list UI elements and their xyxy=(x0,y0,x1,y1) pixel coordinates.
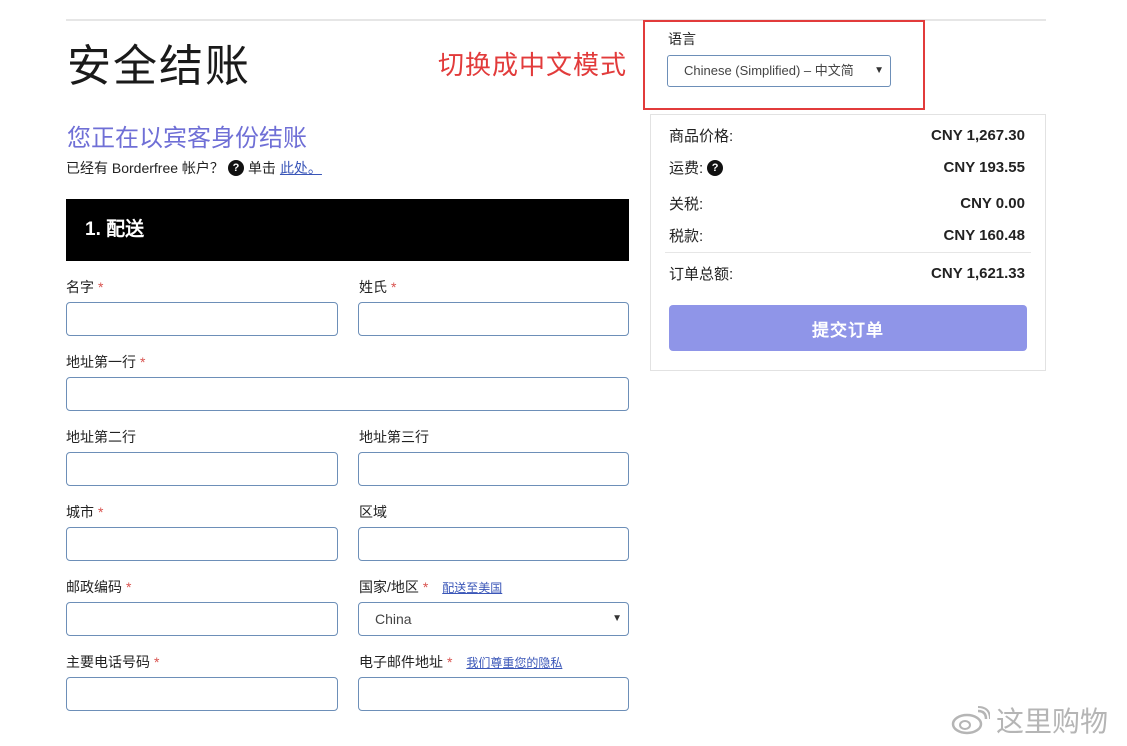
weibo-icon xyxy=(951,706,990,735)
shipping-section-header: 1. 配送 xyxy=(66,199,629,261)
postal-code-label: 邮政编码 * xyxy=(66,579,132,595)
caret-down-icon: ▼ xyxy=(612,613,622,624)
city-field[interactable] xyxy=(66,527,338,561)
question-circle-icon[interactable]: ? xyxy=(707,159,724,176)
annotation-text: 切换成中文模式 xyxy=(438,50,628,80)
city-label: 城市 * xyxy=(66,504,104,520)
address-line3-field[interactable] xyxy=(358,452,629,486)
guest-checkout-heading: 您正在以宾客身份结账 xyxy=(67,124,307,152)
page-title: 安全结账 xyxy=(67,41,251,92)
tax-value: CNY 160.48 xyxy=(943,227,1025,244)
last-name-label: 姓氏 * xyxy=(359,279,397,295)
address-line1-label: 地址第一行 * xyxy=(66,354,146,370)
last-name-field[interactable] xyxy=(358,302,629,336)
question-circle-icon[interactable]: ? xyxy=(227,160,244,176)
sign-in-link[interactable]: 此处。 xyxy=(280,158,322,178)
summary-divider xyxy=(665,252,1031,253)
language-select[interactable]: Chinese (Simplified) – 中文简 ▼ xyxy=(667,55,891,87)
email-label: 电子邮件地址 * 我们尊重您的隐私 xyxy=(359,654,563,670)
item-price-value: CNY 1,267.30 xyxy=(931,127,1025,144)
ship-to-us-link[interactable]: 配送至美国 xyxy=(442,581,502,595)
item-price-row: 商品价格: CNY 1,267.30 xyxy=(669,125,1025,146)
submit-order-button[interactable]: 提交订单 xyxy=(669,305,1027,351)
shipping-cost-label: 运费: ? xyxy=(669,157,724,178)
address-line2-field[interactable] xyxy=(66,452,338,486)
country-select-value: China xyxy=(375,611,412,627)
order-summary-panel: 商品价格: CNY 1,267.30 运费: ? CNY 193.55 关税: … xyxy=(650,114,1046,371)
phone-label: 主要电话号码 * xyxy=(66,654,160,670)
email-field[interactable] xyxy=(358,677,629,711)
language-select-value: Chinese (Simplified) – 中文简 xyxy=(684,63,854,78)
tax-label: 税款: xyxy=(669,228,704,245)
first-name-field[interactable] xyxy=(66,302,338,336)
item-price-label: 商品价格: xyxy=(669,128,734,145)
order-total-label: 订单总额: xyxy=(669,266,734,283)
duties-label: 关税: xyxy=(669,196,704,213)
shipping-row: 运费: ? CNY 193.55 xyxy=(669,157,1025,178)
watermark: 这里购物 xyxy=(950,700,1108,740)
caret-down-icon: ▼ xyxy=(874,65,884,76)
total-row: 订单总额: CNY 1,621.33 xyxy=(669,263,1025,284)
first-name-label: 名字 * xyxy=(66,279,104,295)
click-text: 单击 xyxy=(247,160,276,176)
phone-field[interactable] xyxy=(66,677,338,711)
country-label: 国家/地区 * 配送至美国 xyxy=(359,579,503,595)
tax-row: 税款: CNY 160.48 xyxy=(669,225,1025,246)
watermark-text: 这里购物 xyxy=(996,706,1109,737)
address-line1-field[interactable] xyxy=(66,377,629,411)
country-select[interactable]: China ▼ xyxy=(358,602,629,636)
privacy-link[interactable]: 我们尊重您的隐私 xyxy=(466,656,562,670)
order-total-value: CNY 1,621.33 xyxy=(931,265,1025,282)
account-prompt-text: 已经有 Borderfree 帐户？ xyxy=(66,160,224,176)
account-prompt: 已经有 Borderfree 帐户？ ? 单击 此处。 xyxy=(66,158,322,178)
region-label: 区域 xyxy=(359,504,387,520)
region-field[interactable] xyxy=(358,527,629,561)
language-label: 语言 xyxy=(668,31,696,47)
duties-row: 关税: CNY 0.00 xyxy=(669,193,1025,214)
postal-code-field[interactable] xyxy=(66,602,338,636)
address-line2-label: 地址第二行 xyxy=(66,429,136,445)
address-line3-label: 地址第三行 xyxy=(359,429,429,445)
shipping-cost-value: CNY 193.55 xyxy=(943,159,1025,176)
duties-value: CNY 0.00 xyxy=(960,195,1025,212)
